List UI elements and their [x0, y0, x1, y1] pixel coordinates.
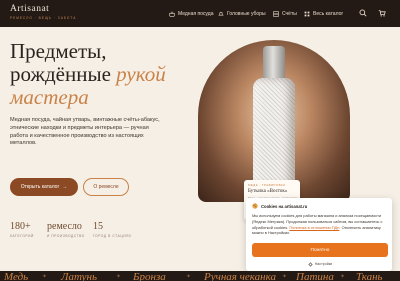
nav-copper-cookware[interactable]: Медная посуда: [169, 10, 213, 18]
stat-label: ГОРОД В СТАЦИЯХ: [93, 234, 132, 238]
open-catalog-label: Открыть каталог: [20, 184, 60, 190]
site-tagline: РЕМЕСЛО · ВЕЩЬ · ЗАБОТА: [10, 16, 77, 20]
cookie-header: Cookies на artisanat.ru: [252, 203, 307, 209]
marquee-item: Ручная чеканка: [204, 271, 276, 281]
hero-description: Медная посуда, чайная утварь, винтажные …: [10, 117, 160, 147]
nav-label: Весь каталог: [313, 11, 344, 17]
bottle-neck: [263, 46, 285, 82]
stat-label: И ПРОИЗВОДСТВО: [47, 234, 85, 238]
open-catalog-button[interactable]: Открыть каталог →: [10, 178, 78, 196]
nav-label: Головные уборы: [227, 11, 266, 17]
stat-label: КАТЕГОРИЙ: [10, 234, 34, 238]
marquee-item: Латунь: [61, 271, 97, 281]
site-header: Artisanat РЕМЕСЛО · ВЕЩЬ · ЗАБОТА Медная…: [0, 0, 400, 27]
hero-title: Предметы, рождённые рукой мастера: [10, 40, 166, 109]
grid-icon: [304, 11, 310, 17]
stat-cities: 15 ГОРОД В СТАЦИЯХ: [93, 221, 132, 238]
stat-value: 180+: [10, 221, 31, 232]
cookie-icon: [252, 203, 258, 209]
stat-craft: ремесло И ПРОИЗВОДСТВО: [47, 221, 85, 238]
star-icon: ✦: [340, 274, 346, 280]
hero-title-line1: Предметы,: [10, 39, 107, 63]
nav-label: Счёты: [282, 11, 297, 17]
cookie-text: Мы используем cookies для работы магазин…: [252, 213, 388, 236]
cookie-settings-label: Настройки: [314, 262, 333, 266]
about-craft-label: О ремесле: [93, 184, 119, 190]
arrow-right-icon: →: [62, 184, 68, 190]
star-icon: ✦: [186, 274, 192, 280]
product-title: Бутылка «Восток»: [248, 189, 288, 194]
materials-marquee: Медь ✦ Латунь ✦ Бронза ✦ Ручная чеканка …: [0, 271, 400, 281]
marquee-item: Медь: [4, 271, 29, 281]
about-craft-button[interactable]: О ремесле: [83, 178, 129, 196]
abacus-icon: [273, 11, 279, 17]
stat-value: 15: [93, 221, 103, 232]
star-icon: ✦: [42, 274, 48, 280]
cart-icon[interactable]: [378, 9, 386, 17]
hero-title-line3: мастера: [10, 85, 89, 109]
nav-headwear[interactable]: Головные уборы: [218, 10, 266, 18]
pot-icon: [169, 11, 175, 17]
privacy-policy-link[interactable]: Политика в отношении ПДн: [289, 225, 339, 230]
marquee-item: Патина: [296, 271, 334, 281]
marquee-item: Бронза: [133, 271, 166, 281]
cookie-accept-button[interactable]: Понятно: [252, 243, 388, 257]
cookie-title: Cookies на artisanat.ru: [261, 203, 308, 209]
cookie-consent-dialog: Cookies на artisanat.ru Мы используем co…: [246, 198, 392, 271]
stat-value: ремесло: [47, 221, 82, 232]
stat-categories: 180+ КАТЕГОРИЙ: [10, 221, 34, 238]
nav-abacus[interactable]: Счёты: [273, 10, 297, 18]
hero-product-image: [198, 40, 350, 202]
hat-icon: [218, 11, 224, 16]
site-logo[interactable]: Artisanat: [10, 4, 49, 14]
star-icon: ✦: [282, 274, 288, 280]
hero-title-line2-text: рождённые: [10, 62, 117, 86]
gear-icon: [307, 261, 313, 267]
product-category: МЕДЬ · ГРАВИРОВКА: [248, 183, 286, 187]
nav-full-catalog[interactable]: Весь каталог: [304, 10, 343, 18]
hero-title-line2: рождённые рукой: [10, 63, 166, 86]
cookie-accept-label: Понятно: [310, 247, 330, 253]
marquee-item: Ткань: [356, 271, 383, 281]
star-icon: ✦: [116, 274, 122, 280]
hero-title-accent: рукой: [116, 62, 166, 86]
search-icon[interactable]: [359, 9, 367, 17]
nav-label: Медная посуда: [178, 11, 214, 17]
cookie-settings-button[interactable]: Настройки: [252, 260, 388, 268]
